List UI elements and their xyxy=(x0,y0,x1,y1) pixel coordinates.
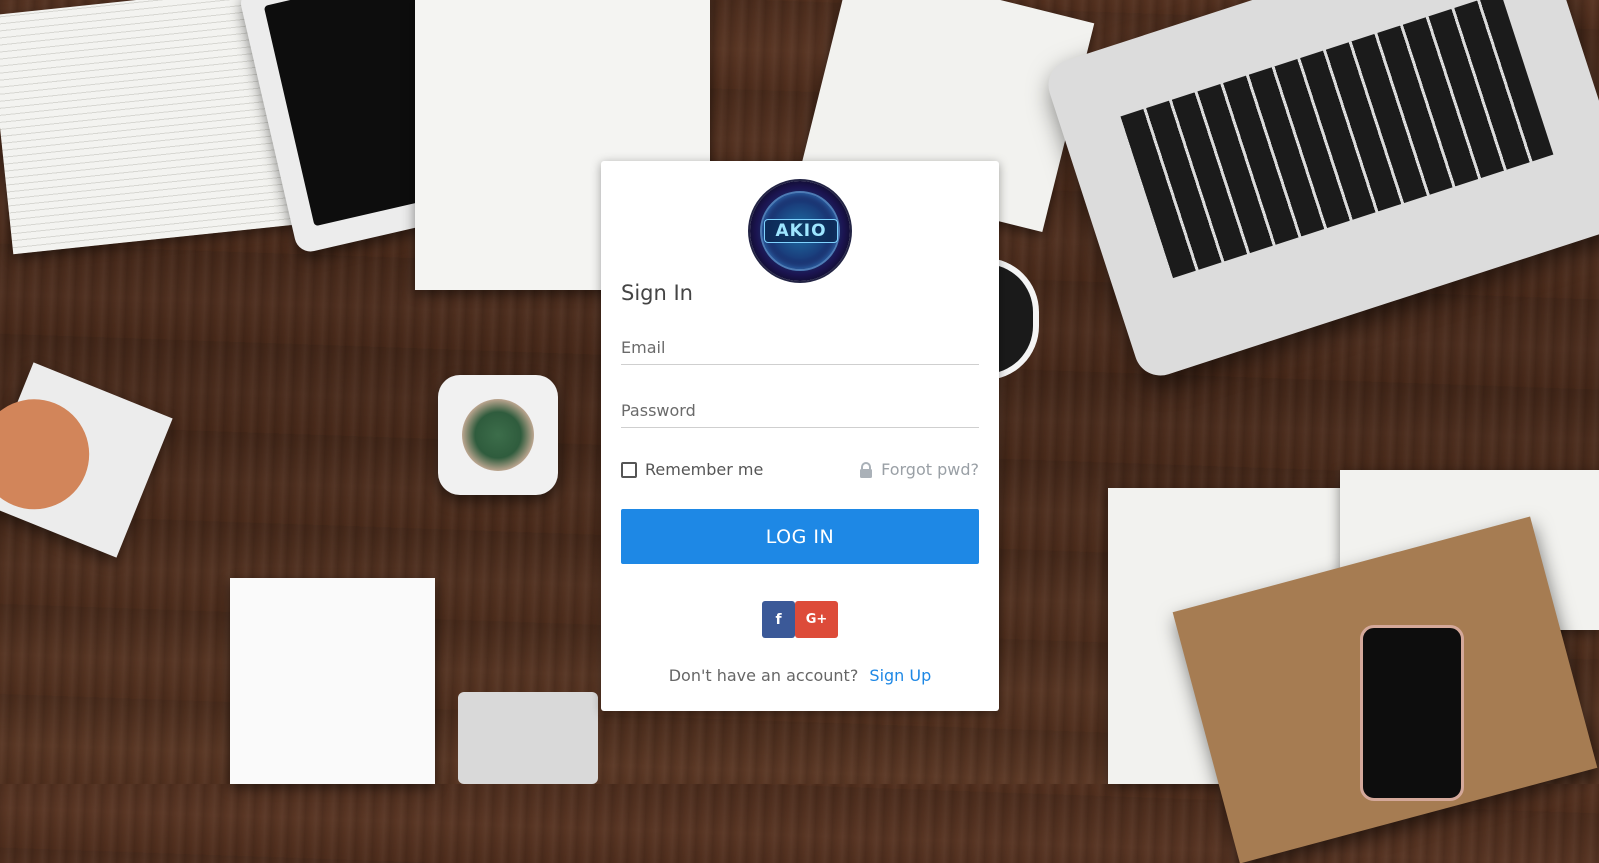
login-card: AKIO Sign In Remember me Forgot pwd? LOG… xyxy=(601,161,999,711)
facebook-login-button[interactable]: f xyxy=(762,601,795,638)
laptop-decoration xyxy=(1041,0,1599,383)
plant-decoration xyxy=(438,375,558,495)
login-button[interactable]: LOG IN xyxy=(621,509,979,564)
google-plus-icon: G+ xyxy=(805,612,828,627)
phone-decoration xyxy=(1360,625,1464,801)
signup-prompt-text: Don't have an account? xyxy=(668,666,859,685)
document-decoration xyxy=(1108,488,1353,784)
tablet-decoration xyxy=(237,0,543,255)
newspaper-decoration xyxy=(0,0,297,255)
social-login: f G+ xyxy=(762,601,838,638)
signup-link[interactable]: Sign Up xyxy=(869,666,931,685)
logo-text: AKIO xyxy=(764,219,838,243)
notepad-decoration xyxy=(230,578,435,784)
password-input[interactable] xyxy=(621,393,979,428)
report-decoration xyxy=(1340,470,1599,630)
forgot-password-link[interactable]: Forgot pwd? xyxy=(859,460,979,479)
lock-icon xyxy=(860,461,873,478)
forgot-password-label: Forgot pwd? xyxy=(881,460,979,479)
remember-me-checkbox[interactable] xyxy=(621,461,637,478)
calculator-decoration xyxy=(458,692,598,784)
signup-prompt: Don't have an account? Sign Up xyxy=(601,666,999,685)
signin-title: Sign In xyxy=(621,281,693,305)
remember-me-label: Remember me xyxy=(645,460,764,479)
remember-me-option[interactable]: Remember me xyxy=(621,460,763,479)
folder-decoration xyxy=(1172,516,1598,863)
facebook-icon: f xyxy=(775,611,782,628)
email-input[interactable] xyxy=(621,330,979,365)
brand-logo: AKIO xyxy=(750,181,850,281)
coaster-decoration xyxy=(0,362,173,558)
google-plus-login-button[interactable]: G+ xyxy=(795,601,838,638)
